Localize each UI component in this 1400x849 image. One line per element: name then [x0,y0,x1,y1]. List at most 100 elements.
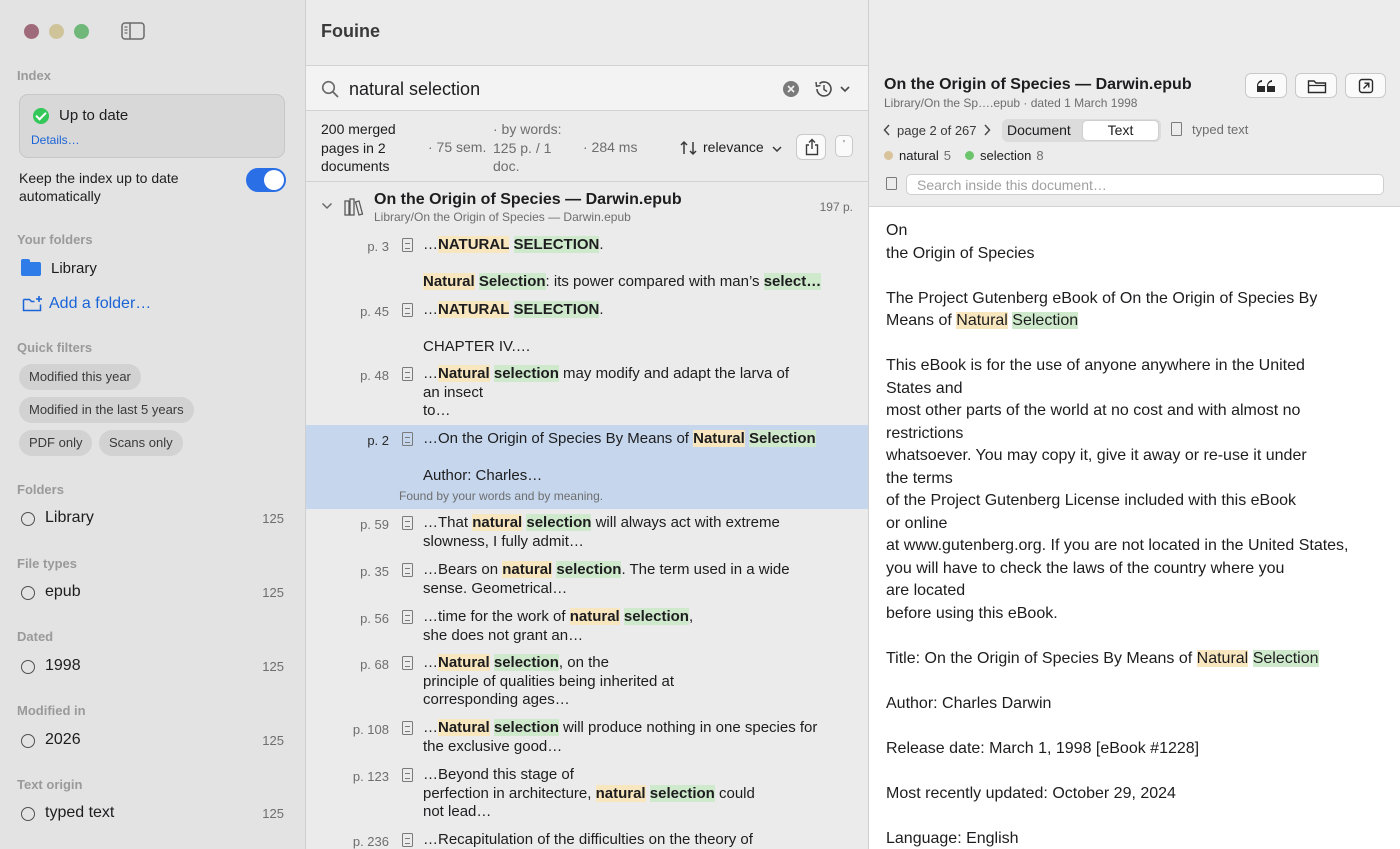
result-snippet[interactable]: …Bears on natural selection. The term us… [423,561,790,598]
snippet-text: …On the Origin of Species By Means of [423,430,694,447]
term-selection[interactable]: selection 8 [965,148,1044,163]
chevron-left-icon[interactable] [883,124,891,136]
chip-scans-only[interactable]: Scans only [99,430,183,456]
snippet-text: …That [423,514,473,531]
folders-filter-heading: Folders [17,482,64,497]
result-snippet[interactable]: …time for the work of natural selection,… [423,608,693,645]
text-line: most other parts of the world at no cost… [886,402,1301,419]
filter-file-type-epub[interactable]: epub 125 [19,583,287,603]
result-snippet[interactable]: …That natural selection will always act … [423,514,780,551]
folder-library[interactable]: Library [19,259,279,279]
index-details-link[interactable]: Details… [31,133,80,147]
radio-icon [21,807,35,821]
more-button[interactable]: ' [835,135,853,157]
chip-modified-last-5-years[interactable]: Modified in the last 5 years [19,397,194,423]
filter-dated-1998[interactable]: 1998 125 [19,657,287,677]
page-icon [402,367,413,381]
result-snippet[interactable]: …NATURAL SELECTION. [423,236,604,255]
snippet-text: : its power compared with man’s [545,273,764,290]
chevron-down-icon [772,146,782,152]
highlight-selection: selection [556,561,622,578]
text-line: at www.gutenberg.org. If you are not loc… [886,537,1349,554]
result-snippet[interactable]: Author: Charles… [423,467,542,486]
snippet-text: , on the [558,654,609,671]
highlight-natural: Natural [693,430,745,447]
text-line: Language: English [886,830,1019,847]
minimize-window-button[interactable] [49,24,64,39]
quote-icon [1257,80,1275,92]
result-snippet[interactable]: …On the Origin of Species By Means of Na… [423,430,816,449]
result-page-number: p. 56 [360,611,389,626]
share-icon [805,138,819,156]
highlight-selection: SELECTION [513,236,600,253]
sidebar-toggle-icon[interactable] [121,21,145,41]
chip-modified-this-year[interactable]: Modified this year [19,364,141,390]
term-count: 8 [1036,148,1044,163]
term-natural[interactable]: natural 5 [884,148,951,163]
term-color-dot [884,151,893,160]
zoom-window-button[interactable] [74,24,89,39]
result-page-number: p. 123 [352,769,389,784]
text-line: The Project Gutenberg eBook of On the Or… [886,290,1318,307]
quote-button[interactable] [1245,73,1287,98]
snippet-text: … [423,719,438,736]
highlight-natural: natural [569,608,620,625]
tab-text[interactable]: Text [1082,120,1159,141]
toggle-knob [264,170,284,190]
term-count: 5 [943,148,951,163]
text-line: you will have to check the laws of the c… [886,560,1285,577]
snippet-text: … [423,654,438,671]
app-title: Fouine [321,21,380,41]
clear-search-icon[interactable] [783,81,799,97]
snippet-text: . [599,236,604,253]
add-folder-button[interactable]: Add a folder… [21,293,281,315]
result-snippet[interactable]: Natural Selection: its power compared wi… [423,273,822,292]
page-icon [402,833,413,847]
snippet-text: …Beyond this stage of [423,766,574,783]
page-navigator[interactable]: page 2 of 267 [883,123,991,138]
search-input[interactable] [349,76,769,102]
highlight-selection: selection [649,784,715,802]
close-window-button[interactable] [24,24,39,39]
result-snippet[interactable]: …Recapitulation of the difficulties on t… [423,831,753,849]
text-line: This eBook is for the use of anyone anyw… [886,357,1305,374]
reveal-in-folder-button[interactable] [1295,73,1337,98]
filter-typed-text[interactable]: typed text 125 [19,804,287,824]
filter-count: 125 [262,511,284,526]
result-snippet[interactable]: …Natural selection will produce nothing … [423,719,817,756]
result-page-number: p. 2 [367,433,389,448]
filter-folder-library[interactable]: Library 125 [19,509,287,529]
find-in-document-icon [886,177,897,190]
open-external-button[interactable] [1345,73,1386,98]
text-line: whatsoever. You may copy it, give it awa… [886,447,1307,464]
filter-label: typed text [45,804,115,821]
index-status-card: Up to date Details… [19,94,285,158]
chevron-down-icon[interactable] [321,201,333,211]
highlight-natural: NATURAL [438,301,510,318]
document-group-header[interactable]: On the Origin of Species — Darwin.epub L… [306,183,868,225]
result-page-number: p. 108 [352,722,389,737]
keep-updated-toggle[interactable] [246,168,286,192]
filter-label: 1998 [45,657,81,674]
text-line: On [886,222,908,239]
snippet-text: , [688,608,694,625]
search-bar [306,65,868,111]
result-snippet[interactable]: …Beyond this stage of perfection in archi… [423,766,755,822]
filter-modified-2026[interactable]: 2026 125 [19,731,287,751]
your-folders-heading: Your folders [17,232,93,247]
document-search-input[interactable] [906,174,1384,195]
result-snippet[interactable]: …NATURAL SELECTION. [423,301,604,320]
sort-dropdown[interactable]: relevance [680,138,784,158]
highlight-natural: Natural [1196,650,1249,667]
tab-document[interactable]: Document [1007,122,1071,138]
chip-pdf-only[interactable]: PDF only [19,430,93,456]
history-icon[interactable] [813,79,853,99]
result-snippet[interactable]: …Natural selection, on the principle of q… [423,654,674,710]
search-icon [321,80,339,98]
result-snippet[interactable]: …Natural selection may modify and adapt … [423,365,789,421]
share-button[interactable] [796,134,826,160]
page-icon [402,721,413,735]
chevron-right-icon[interactable] [983,124,991,136]
sort-label: relevance [703,139,764,155]
result-snippet[interactable]: CHAPTER IV.… [423,338,531,357]
